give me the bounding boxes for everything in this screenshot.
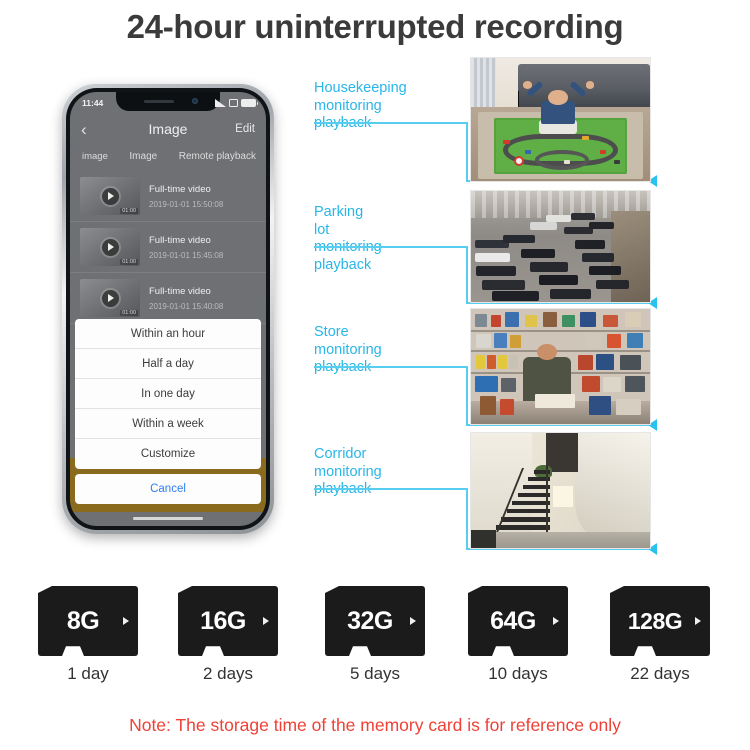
sd-card-icon: 64G bbox=[468, 586, 568, 656]
disclaimer-note: Note: The storage time of the memory car… bbox=[129, 715, 621, 735]
play-icon bbox=[101, 289, 119, 307]
sd-card-icon: 128G bbox=[610, 586, 710, 656]
sd-card-icon: 32G bbox=[325, 586, 425, 656]
sd-capacity-label: 128G bbox=[627, 607, 683, 634]
memory-card-128g: 128G 22 days bbox=[610, 586, 710, 684]
scene-photo-store bbox=[470, 308, 651, 425]
video-meta: Full-time video 2019-01-01 15:50:08 bbox=[149, 184, 223, 209]
action-sheet-item-half-a-day[interactable]: Half a day bbox=[75, 349, 261, 379]
feature-label-housekeeping: Housekeeping monitoring playback bbox=[314, 80, 407, 131]
sd-capacity-label: 32G bbox=[347, 606, 393, 635]
triangle-right-icon bbox=[263, 617, 269, 625]
sd-capacity-label: 64G bbox=[490, 606, 536, 635]
home-indicator[interactable] bbox=[133, 516, 203, 520]
tab-remote-playback[interactable]: Remote playback bbox=[179, 151, 256, 162]
scene-photo-parking-lot bbox=[470, 190, 651, 303]
list-item[interactable]: 01:00 Full-time video 2019-01-01 15:40:0… bbox=[70, 273, 266, 324]
video-thumbnail[interactable]: 01:00 bbox=[80, 177, 140, 215]
triangle-right-icon bbox=[410, 617, 416, 625]
label-underline bbox=[314, 366, 468, 368]
cancel-button[interactable]: Cancel bbox=[75, 474, 261, 504]
video-thumbnail[interactable]: 01:00 bbox=[80, 279, 140, 317]
list-item[interactable]: 01:00 Full-time video 2019-01-01 15:50:0… bbox=[70, 171, 266, 222]
sd-card-icon: 16G bbox=[178, 586, 278, 656]
tab-image[interactable]: Image bbox=[129, 151, 157, 162]
video-timestamp: 2019-01-01 15:50:08 bbox=[149, 199, 224, 209]
video-title: Full-time video bbox=[149, 285, 211, 297]
memory-card-16g: 16G 2 days bbox=[178, 586, 278, 684]
video-meta: Full-time video 2019-01-01 15:45:08 bbox=[149, 235, 223, 260]
memory-card-64g: 64G 10 days bbox=[468, 586, 568, 684]
sd-days-label: 5 days bbox=[349, 664, 401, 683]
phone-screen: 11:44 ‹ Image Edit image Image Remote pl… bbox=[70, 92, 266, 526]
label-underline bbox=[314, 246, 468, 248]
phone-bezel: 11:44 ‹ Image Edit image Image Remote pl… bbox=[66, 88, 270, 530]
connector-vertical bbox=[466, 122, 468, 182]
signal-icon bbox=[215, 99, 226, 107]
action-sheet-options: Within an hour Half a day In one day Wit… bbox=[75, 319, 261, 469]
video-duration: 01:00 bbox=[120, 310, 138, 316]
memory-card-32g: 32G 5 days bbox=[325, 586, 425, 684]
status-icons bbox=[215, 99, 258, 107]
status-bar: 11:44 bbox=[70, 92, 266, 114]
video-title: Full-time video bbox=[149, 234, 211, 246]
label-underline bbox=[314, 122, 468, 124]
wifi-icon bbox=[229, 99, 238, 107]
feature-label-parking-lot: Parking lot monitoring playback bbox=[314, 204, 382, 274]
memory-card-row: 8G 1 day 16G 2 days 32G 5 days 64G 10 da… bbox=[0, 586, 750, 696]
sd-capacity-label: 16G bbox=[200, 606, 246, 635]
tab-image-lower[interactable]: image bbox=[82, 151, 108, 162]
sd-days-label: 10 days bbox=[488, 664, 548, 683]
sd-card-icon: 8G bbox=[38, 586, 138, 656]
action-sheet-item-within-an-hour[interactable]: Within an hour bbox=[75, 319, 261, 349]
action-sheet-item-customize[interactable]: Customize bbox=[75, 439, 261, 469]
action-sheet: Within an hour Half a day In one day Wit… bbox=[75, 319, 261, 504]
triangle-right-icon bbox=[553, 617, 559, 625]
scene-photo-corridor bbox=[470, 432, 651, 549]
video-meta: Full-time video 2019-01-01 15:40:08 bbox=[149, 286, 223, 311]
status-time: 11:44 bbox=[82, 98, 104, 108]
sd-days-label: 22 days bbox=[630, 664, 690, 683]
video-thumbnail[interactable]: 01:00 bbox=[80, 228, 140, 266]
feature-label-corridor: Corridor monitoring playback bbox=[314, 446, 382, 497]
video-timestamp: 2019-01-01 15:40:08 bbox=[149, 301, 224, 311]
list-item[interactable]: 01:00 Full-time video 2019-01-01 15:45:0… bbox=[70, 222, 266, 273]
sd-capacity-label: 8G bbox=[66, 606, 100, 635]
triangle-right-icon bbox=[695, 617, 701, 625]
phone-mockup: 11:44 ‹ Image Edit image Image Remote pl… bbox=[62, 84, 274, 534]
play-icon bbox=[101, 187, 119, 205]
tab-bar: image Image Remote playback bbox=[70, 144, 266, 168]
sd-days-label: 1 day bbox=[67, 664, 109, 683]
battery-icon bbox=[241, 99, 258, 107]
connector-vertical bbox=[466, 366, 468, 426]
feature-label-store: Store monitoring playback bbox=[314, 324, 382, 375]
label-underline bbox=[314, 488, 468, 490]
sd-days-label: 2 days bbox=[202, 664, 254, 683]
video-list: 01:00 Full-time video 2019-01-01 15:50:0… bbox=[70, 168, 266, 324]
nav-title: Image bbox=[148, 121, 188, 137]
play-icon bbox=[101, 238, 119, 256]
video-timestamp: 2019-01-01 15:45:08 bbox=[149, 250, 224, 260]
triangle-right-icon bbox=[123, 617, 129, 625]
video-duration: 01:00 bbox=[120, 208, 138, 214]
video-title: Full-time video bbox=[149, 183, 211, 195]
video-duration: 01:00 bbox=[120, 259, 138, 265]
memory-card-8g: 8G 1 day bbox=[38, 586, 138, 684]
action-sheet-item-within-a-week[interactable]: Within a week bbox=[75, 409, 261, 439]
connector-vertical bbox=[466, 488, 468, 550]
product-infographic: 24-hour uninterrupted recording 11:44 ‹ … bbox=[0, 0, 750, 750]
action-sheet-item-in-one-day[interactable]: In one day bbox=[75, 379, 261, 409]
app-nav-bar: ‹ Image Edit bbox=[70, 114, 266, 144]
scene-photo-housekeeping bbox=[470, 57, 651, 182]
connector-vertical bbox=[466, 246, 468, 304]
page-title: 24-hour uninterrupted recording bbox=[126, 8, 624, 45]
